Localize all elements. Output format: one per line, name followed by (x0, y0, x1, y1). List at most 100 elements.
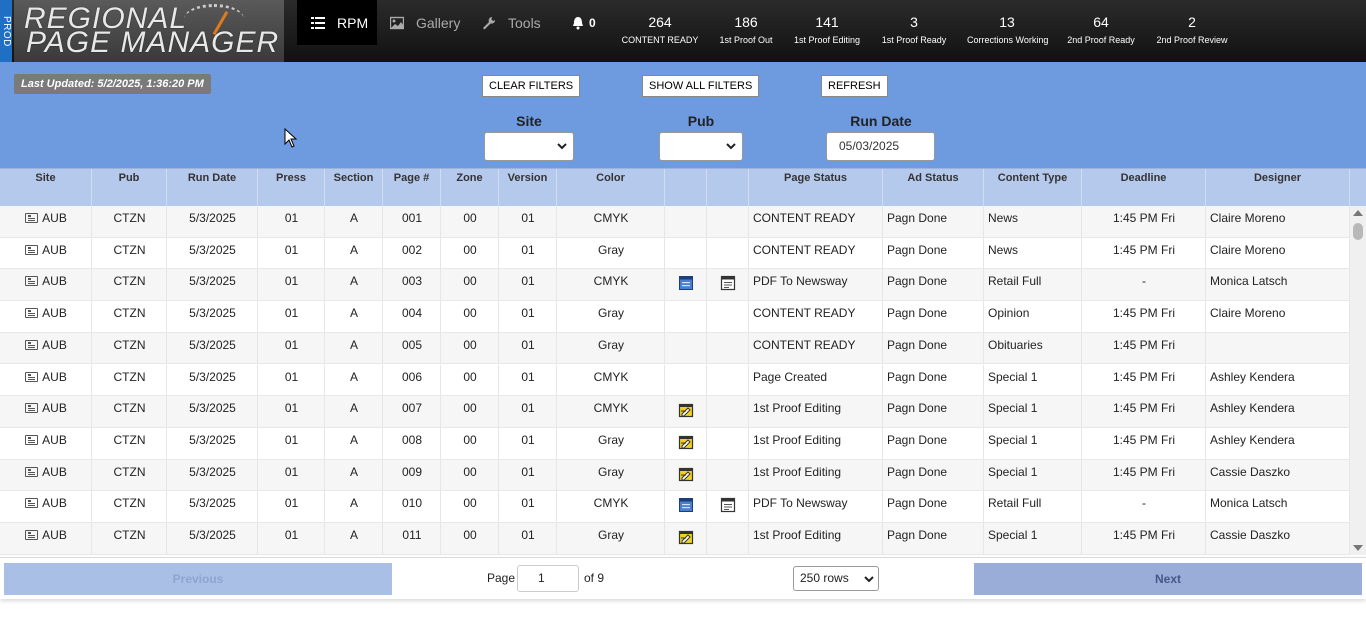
cell-color: Gray (557, 238, 665, 269)
blue-page-icon[interactable] (678, 497, 694, 513)
cell-content-type: Special 1 (984, 460, 1082, 491)
cell-pub-text: CTZN (113, 401, 146, 416)
table-row[interactable]: AUB CTZN 5/3/2025 01 A 011 00 01 Gray 1st Proof E… (0, 523, 1350, 555)
cell-zone: 00 (441, 269, 499, 300)
site-filter-select[interactable] (484, 132, 574, 161)
cell-site: AUB (0, 269, 92, 300)
table-row[interactable]: AUB CTZN 5/3/2025 01 A 001 00 01 CMYK CONTENT REA… (0, 206, 1350, 238)
scrollbar-thumb[interactable] (1353, 223, 1363, 240)
cell-icon-1[interactable] (665, 269, 707, 300)
stat-label: 1st Proof Out (719, 35, 773, 45)
yellow-edit-icon[interactable] (678, 529, 694, 545)
cell-version-text: 01 (521, 306, 535, 321)
col-header-content-type[interactable]: Content Type (984, 169, 1082, 207)
col-header-site[interactable]: Site (0, 169, 92, 207)
page-list-icon[interactable] (25, 308, 39, 319)
newspaper-icon[interactable] (720, 275, 736, 291)
pub-filter-select[interactable] (659, 132, 743, 161)
table-row[interactable]: AUB CTZN 5/3/2025 01 A 009 00 01 Gray 1st Proof E… (0, 459, 1350, 492)
cell-icon-1[interactable] (665, 491, 707, 522)
cell-version-text: 01 (521, 211, 535, 225)
page-list-icon[interactable] (25, 403, 39, 414)
table-row[interactable]: AUB CTZN 5/3/2025 01 A 007 00 01 CMYK 1st Proof E… (0, 396, 1350, 428)
table-row[interactable]: AUB CTZN 5/3/2025 01 A 002 00 01 Gray CONTENT REA… (0, 237, 1350, 270)
cell-designer: Monica Latsch (1206, 491, 1350, 522)
newspaper-icon[interactable] (720, 497, 736, 513)
yellow-edit-icon[interactable] (678, 402, 694, 418)
cell-deadline-text: 1:45 PM Fri (1112, 306, 1175, 321)
nav-tools[interactable]: Tools (482, 0, 552, 45)
cell-pub-text: CTZN (113, 496, 146, 511)
notifications-button[interactable]: 0 (572, 0, 602, 45)
cell-icon-1[interactable] (665, 428, 707, 459)
col-header-version[interactable]: Version (499, 169, 557, 207)
table-row[interactable]: AUB CTZN 5/3/2025 01 A 010 00 01 CMYK PDF To News… (0, 491, 1350, 523)
cell-designer-text: Claire Moreno (1210, 306, 1286, 321)
app-logo[interactable]: REGIONAL PAGE MANAGER (14, 0, 284, 62)
cell-icon-1 (665, 365, 707, 396)
cell-deadline-text: - (1142, 496, 1146, 511)
col-header-page-status[interactable]: Page Status (749, 169, 883, 207)
rows-per-page-select[interactable]: 250 rows (793, 566, 879, 591)
cell-pub: CTZN (92, 301, 167, 332)
col-header-designer[interactable]: Designer (1206, 169, 1350, 207)
table-row[interactable]: AUB CTZN 5/3/2025 01 A 004 00 01 Gray CONTENT REA… (0, 301, 1350, 333)
cell-icon-2 (707, 301, 749, 332)
clear-filters-button[interactable]: CLEAR FILTERS (482, 75, 581, 97)
run-date-input[interactable]: 05/03/2025 (826, 132, 935, 161)
page-list-icon[interactable] (25, 434, 39, 445)
scroll-down-arrow-icon[interactable] (1353, 545, 1363, 551)
nav-gallery[interactable]: Gallery (390, 0, 470, 45)
col-header-pub[interactable]: Pub (92, 169, 167, 207)
cell-page: 008 (383, 428, 441, 459)
scroll-up-arrow-icon[interactable] (1353, 210, 1363, 216)
cell-icon-2[interactable] (707, 491, 749, 522)
cell-icon-1[interactable] (665, 523, 707, 554)
cell-designer-text: Ashley Kendera (1210, 369, 1295, 384)
cell-icon-1[interactable] (665, 460, 707, 491)
col-header-run-date[interactable]: Run Date (167, 169, 258, 207)
cell-ad-status-text: Pagn Done (887, 274, 948, 289)
yellow-edit-icon[interactable] (678, 434, 694, 450)
table-scrollbar[interactable] (1350, 206, 1366, 555)
page-list-icon[interactable] (25, 371, 39, 382)
cell-ad-status-text: Pagn Done (887, 401, 948, 416)
cell-color: Gray (557, 460, 665, 491)
page-list-icon[interactable] (25, 244, 39, 255)
refresh-button[interactable]: REFRESH (821, 75, 888, 97)
col-header-press[interactable]: Press (258, 169, 325, 207)
table-row[interactable]: AUB CTZN 5/3/2025 01 A 003 00 01 CMYK PDF To News… (0, 269, 1350, 302)
cell-pub-text: CTZN (113, 337, 146, 352)
page-list-icon[interactable] (25, 530, 39, 540)
table-row[interactable]: AUB CTZN 5/3/2025 01 A 008 00 01 Gray 1st Proof E… (0, 427, 1350, 460)
page-list-icon[interactable] (25, 213, 39, 223)
page-list-icon[interactable] (25, 276, 39, 287)
page-total: of 9 (584, 571, 605, 585)
nav-rpm[interactable]: RPM (297, 0, 377, 45)
cell-run-date-text: 5/3/2025 (189, 401, 236, 416)
table-row[interactable]: AUB CTZN 5/3/2025 01 A 005 00 01 Gray CONTENT REA… (0, 332, 1350, 365)
blue-page-icon[interactable] (678, 275, 694, 291)
page-number-input[interactable]: 1 (517, 565, 579, 592)
col-header-ad-status[interactable]: Ad Status (883, 169, 984, 207)
cell-icon-2 (707, 238, 749, 269)
cell-color: CMYK (557, 269, 665, 300)
cell-deadline-text: - (1142, 274, 1146, 289)
cell-zone-text: 00 (463, 401, 477, 416)
yellow-edit-icon[interactable] (678, 466, 694, 482)
page-list-icon[interactable] (25, 339, 39, 350)
cell-icon-1[interactable] (665, 396, 707, 427)
col-header-color[interactable]: Color (557, 169, 665, 207)
col-header-deadline[interactable]: Deadline (1082, 169, 1206, 207)
page-list-icon[interactable] (25, 498, 39, 509)
col-header-page[interactable]: Page # (383, 169, 441, 207)
col-header-section[interactable]: Section (325, 169, 383, 207)
cell-deadline: 1:45 PM Fri (1082, 301, 1206, 332)
previous-button[interactable]: Previous (4, 563, 392, 595)
table-row[interactable]: AUB CTZN 5/3/2025 01 A 006 00 01 CMYK Page Create… (0, 364, 1350, 397)
page-list-icon[interactable] (25, 466, 39, 477)
show-all-filters-button[interactable]: SHOW ALL FILTERS (642, 75, 760, 97)
col-header-zone[interactable]: Zone (441, 169, 499, 207)
next-button[interactable]: Next (974, 563, 1362, 595)
cell-icon-2[interactable] (707, 269, 749, 300)
